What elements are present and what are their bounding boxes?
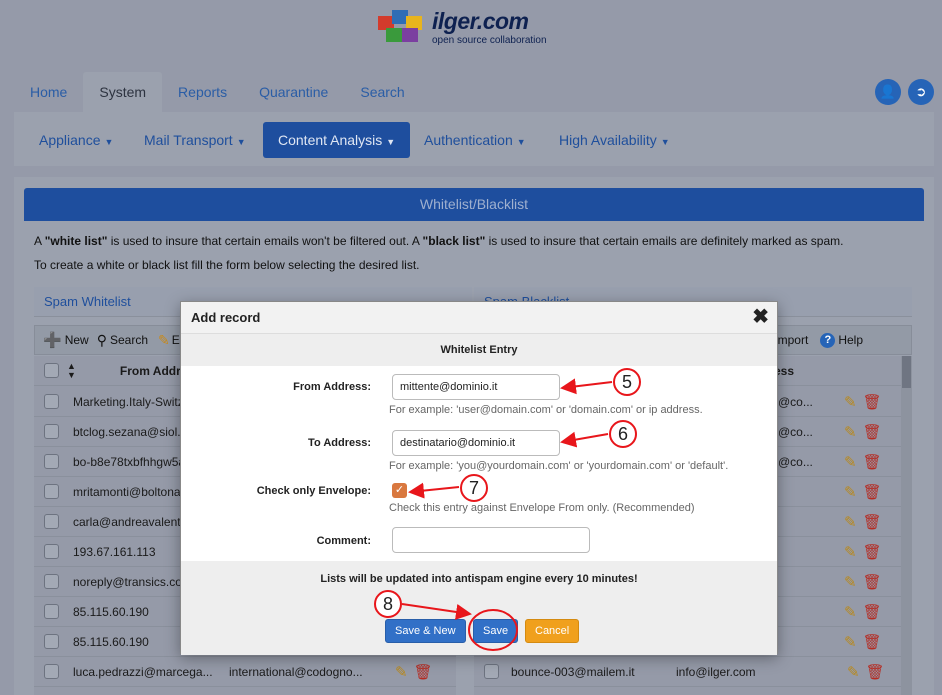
annotation-arrows [401, 378, 613, 651]
annotation-5: 5 [613, 368, 641, 396]
annotation-8: 8 [374, 590, 402, 618]
annotation-6: 6 [609, 420, 637, 448]
annotation-7: 7 [460, 474, 488, 502]
